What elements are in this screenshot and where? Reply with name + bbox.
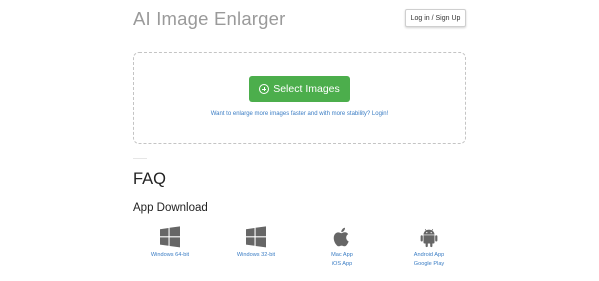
windows-icon[interactable] (159, 226, 181, 248)
login-signup-button[interactable]: Log in / Sign Up (405, 9, 466, 27)
divider (133, 158, 147, 159)
app-title: AI Image Enlarger (133, 8, 286, 29)
download-link-android-app[interactable]: Android App (414, 251, 444, 260)
login-hint-link[interactable]: Want to enlarge more images faster and w… (133, 111, 466, 117)
apple-icon[interactable] (331, 226, 353, 248)
download-item-windows-64: Windows 64-bit (135, 226, 205, 260)
download-link-mac-app[interactable]: Mac App (331, 251, 353, 260)
android-icon[interactable] (418, 226, 440, 248)
download-item-apple: Mac App iOS App (307, 226, 377, 269)
plus-circle-icon (259, 84, 270, 94)
select-images-button[interactable]: Select Images (249, 76, 350, 102)
faq-title: FAQ (133, 170, 167, 188)
download-link-windows-32[interactable]: Windows 32-bit (237, 251, 275, 260)
download-link-ios-app[interactable]: iOS App (332, 260, 353, 269)
windows-icon[interactable] (245, 226, 267, 248)
app-download-title: App Download (133, 202, 208, 214)
download-item-windows-32: Windows 32-bit (221, 226, 291, 260)
download-item-android: Android App Google Play (394, 226, 464, 269)
select-images-label: Select Images (273, 83, 340, 95)
download-link-google-play[interactable]: Google Play (414, 260, 444, 269)
download-link-windows-64[interactable]: Windows 64-bit (151, 251, 189, 260)
